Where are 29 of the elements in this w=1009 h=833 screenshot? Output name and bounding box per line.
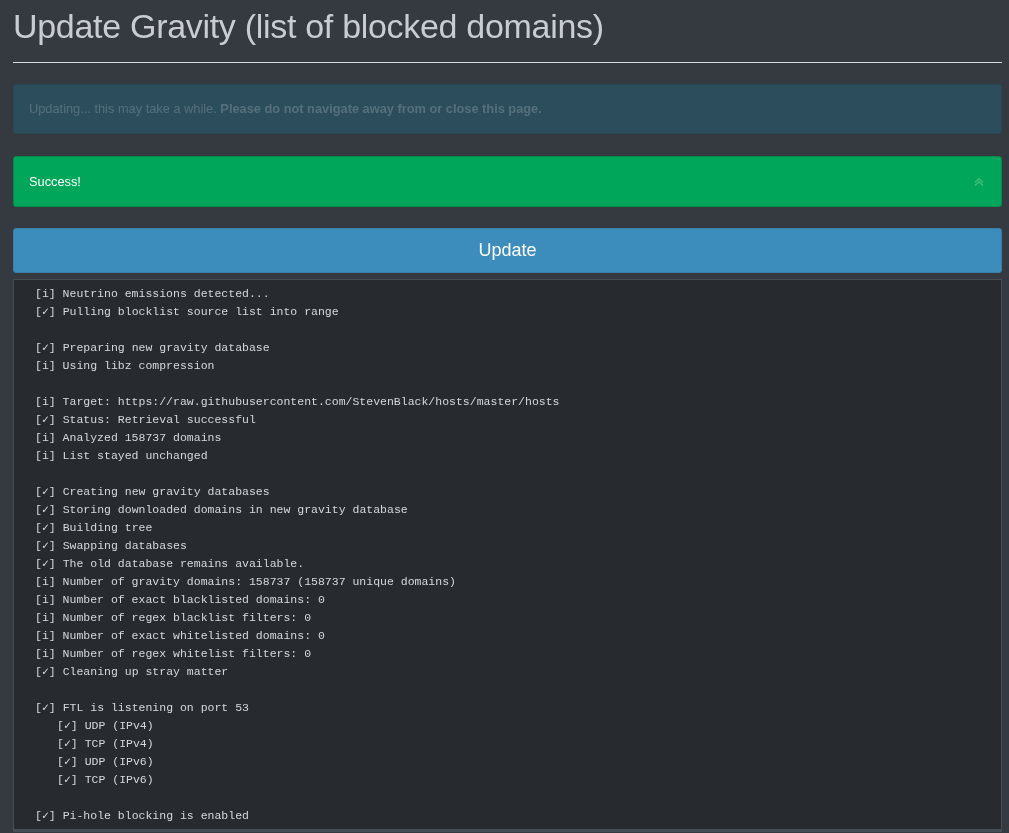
log-line: [i] Number of regex blacklist filters: 0 [35,610,312,626]
log-line: [i] Using libz compression [35,358,215,374]
log-line: [✓] Pi-hole blocking is enabled [35,808,249,824]
log-line: [i] List stayed unchanged [35,448,208,464]
log-line: [i] Analyzed 158737 domains [35,430,222,446]
log-line: [✓] Storing downloaded domains in new gravity database [35,502,408,518]
log-line: [✓] UDP (IPv4) [57,718,154,734]
success-message: Success! [29,174,81,189]
log-line: [i] Number of gravity domains: 158737 (158737 unique domains) [35,574,456,590]
log-line: [✓] Pulling blocklist source list into range [35,304,339,320]
log-line: [✓] Cleaning up stray matter [35,664,229,680]
log-line: [✓] Creating new gravity databases [35,484,270,500]
page-title: Update Gravity (list of blocked domains) [13,6,605,47]
log-line: [✓] TCP (IPv4) [57,736,154,752]
log-line: [✓] The old database remains available. [35,556,305,572]
log-line: [✓] Status: Retrieval successful [35,412,256,428]
log-line: [✓] FTL is listening on port 53 [35,700,249,716]
log-line: [✓] TCP (IPv6) [57,772,154,788]
log-line: [i] Number of exact blacklisted domains: 0 [35,592,325,608]
log-line: [i] Number of exact whitelisted domains: 0 [35,628,325,644]
update-button[interactable]: Update [13,228,1002,273]
log-line: [i] Number of regex whitelist filters: 0 [35,646,312,662]
log-line: [i] Target: https://raw.githubusercontent.com/StevenBlack/hosts/master/hosts [35,394,560,410]
log-line: [✓] Preparing new gravity database [35,340,270,356]
log-line: [✓] UDP (IPv6) [57,754,154,770]
log-line: [i] Neutrino emissions detected... [35,286,270,302]
log-line: [✓] Building tree [35,520,153,536]
chevron-up-icon[interactable] [974,177,984,186]
log-line: [✓] Swapping databases [35,538,187,554]
